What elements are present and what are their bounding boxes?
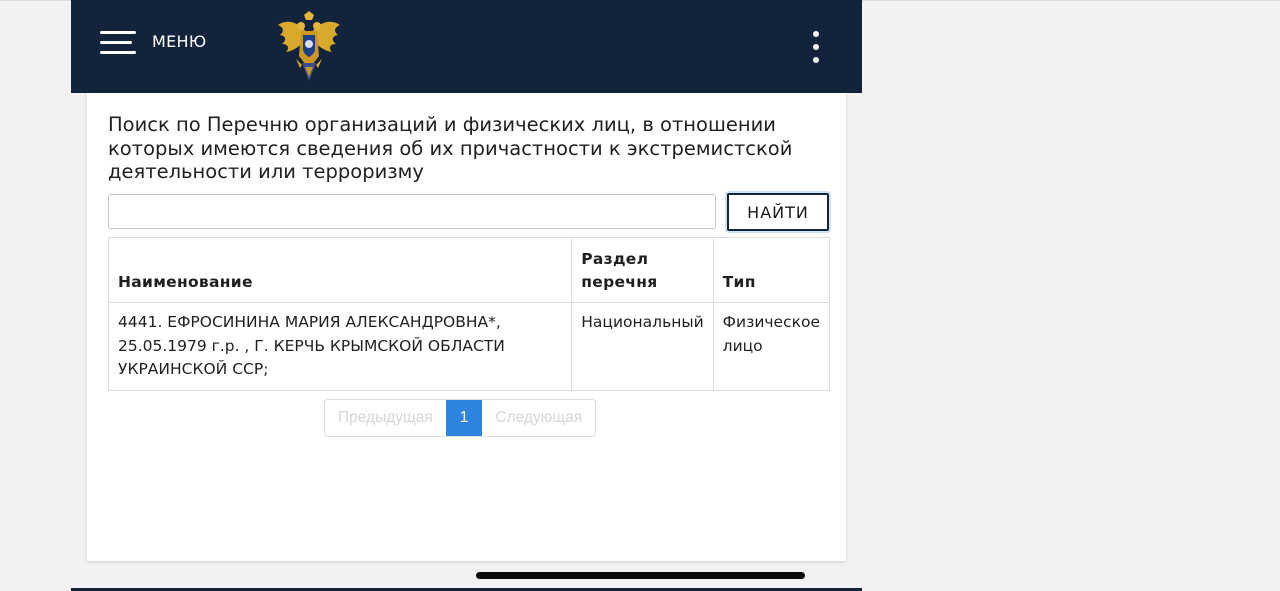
page-frame: МЕНЮ Поиск по Перечню организаций и физи… [71, 0, 862, 591]
double-headed-eagle-emblem [278, 11, 340, 81]
menu-label[interactable]: МЕНЮ [152, 32, 206, 51]
column-header-section: Раздел перечня [571, 237, 714, 303]
pagination-page-1[interactable]: 1 [445, 400, 483, 436]
pagination-prev-button[interactable]: Предыдущая [325, 400, 446, 436]
table-header-row: Наименование Раздел перечня Тип [107, 237, 831, 303]
cell-name: 4441. ЕФРОСИНИНА МАРИЯ АЛЕКСАНДРОВНА*, 2… [107, 302, 573, 391]
table-row: 4441. ЕФРОСИНИНА МАРИЯ АЛЕКСАНДРОВНА*, 2… [107, 302, 831, 391]
hamburger-icon[interactable] [100, 31, 138, 55]
more-options-icon[interactable] [809, 31, 823, 67]
home-indicator [476, 572, 805, 579]
search-button[interactable]: НАЙТИ [727, 193, 829, 231]
pagination: Предыдущая 1 Следующая [324, 399, 597, 437]
results-table: Наименование Раздел перечня Тип 4441. ЕФ… [107, 237, 831, 391]
search-title: Поиск по Перечню организаций и физически… [108, 113, 793, 183]
search-card: Поиск по Перечню организаций и физически… [87, 93, 846, 561]
cell-type: Физическое лицо [712, 302, 831, 391]
column-header-name: Наименование [107, 237, 573, 303]
search-input[interactable] [108, 194, 716, 229]
site-header: МЕНЮ [71, 0, 862, 93]
pagination-next-button[interactable]: Следующая [482, 400, 596, 436]
column-header-type: Тип [712, 237, 831, 303]
cell-section: Национальный [571, 302, 714, 391]
